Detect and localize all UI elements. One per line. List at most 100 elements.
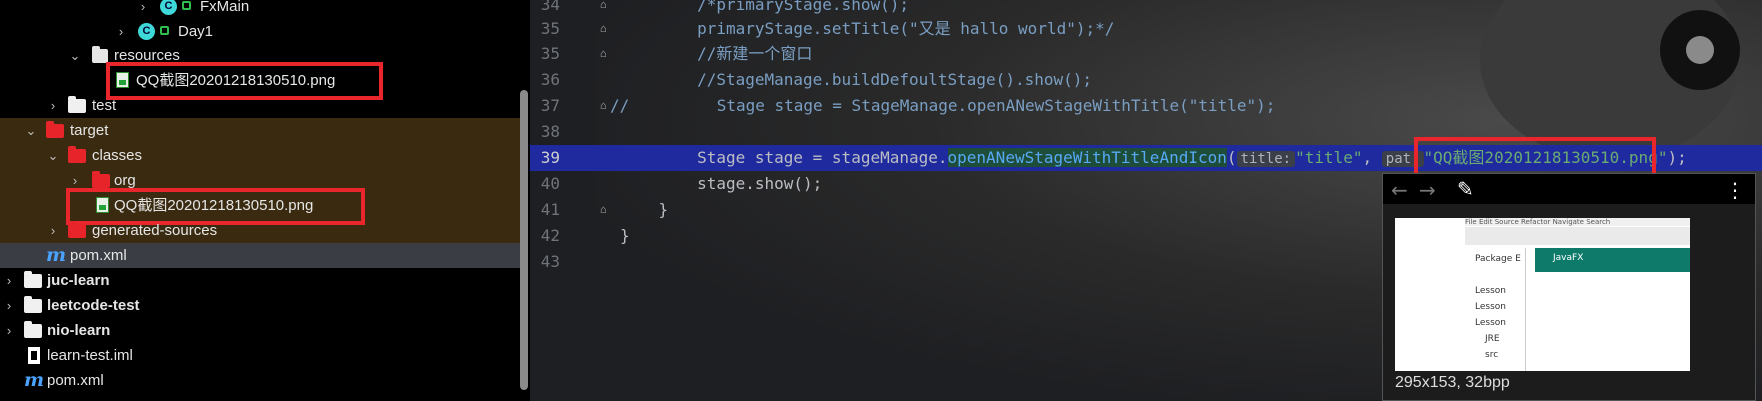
maven-icon: m — [46, 244, 67, 266]
back-arrow-icon[interactable]: ← — [1391, 178, 1408, 202]
tree-item-label: Day1 — [178, 23, 214, 40]
line-number: 43 — [540, 252, 560, 271]
thumb-text: JRE — [1485, 334, 1500, 344]
chevron-right-icon[interactable]: › — [2, 293, 16, 318]
thumb-toolbar — [1465, 227, 1690, 245]
module-folder-icon — [24, 271, 42, 289]
code-segment: Stage stage = stageManage. — [620, 148, 948, 167]
thumb-text: Lesson — [1475, 286, 1506, 296]
module-folder-icon — [24, 296, 42, 314]
fold-icon[interactable]: ⌂ — [600, 203, 612, 217]
line-number: 38 — [540, 122, 560, 141]
thumb-package-explorer: Package E Lesson Lesson Lesson JRE src — [1465, 248, 1526, 371]
iml-file-icon — [28, 347, 40, 364]
tree-item-pom-target[interactable]: m pom.xml — [0, 243, 522, 268]
code-segment: , — [1362, 148, 1382, 167]
tree-item-day1[interactable]: › C Day1 — [0, 19, 522, 44]
folder-icon — [68, 146, 86, 164]
chevron-right-icon[interactable]: › — [2, 318, 16, 343]
image-info-text: 295x153, 32bpp — [1395, 374, 1510, 391]
method-name: openANewStageWithTitleAndIcon — [947, 148, 1227, 167]
thumb-javafx-titlebar: JavaFX — [1535, 248, 1690, 272]
chevron-down-icon[interactable]: ⌄ — [68, 43, 82, 68]
chevron-right-icon[interactable]: › — [46, 93, 60, 118]
image-thumbnail: File Edit Source Refactor Navigate Searc… — [1395, 218, 1690, 371]
tree-item-generated-sources[interactable]: › generated-sources — [0, 218, 522, 243]
folder-icon — [68, 96, 86, 114]
maven-icon: m — [24, 369, 45, 391]
thumb-text: src — [1485, 350, 1499, 360]
tree-item-label: generated-sources — [92, 222, 218, 239]
line-number: 37 — [540, 96, 560, 115]
line-number: 39 — [540, 148, 560, 167]
forward-arrow-icon[interactable]: → — [1419, 178, 1436, 202]
comment-prefix: // — [610, 96, 630, 115]
popup-toolbar: ← → ✎ ⋮ — [1383, 174, 1755, 204]
thumb-text: Package E — [1475, 254, 1521, 264]
code-line[interactable]: 36 //StageManage.buildDefoultStage().sho… — [530, 67, 1762, 93]
fold-icon[interactable]: ⌂ — [600, 22, 612, 36]
code-line[interactable]: 37 ⌂ // Stage stage = StageManage.openAN… — [530, 93, 1762, 119]
tree-item-classes[interactable]: ⌄ classes — [0, 143, 522, 168]
tree-item-label: test — [92, 97, 117, 114]
folder-icon — [68, 221, 86, 239]
line-number: 35 — [540, 44, 560, 63]
tree-item-leetcode-test[interactable]: › leetcode-test — [0, 293, 522, 318]
chevron-down-icon[interactable]: ⌄ — [24, 118, 38, 143]
thumb-text: Lesson — [1475, 318, 1506, 328]
line-number: 40 — [540, 174, 560, 193]
tree-item-juc-learn[interactable]: › juc-learn — [0, 268, 522, 293]
tree-item-label: pom.xml — [70, 247, 127, 264]
tree-item-label: learn-test.iml — [47, 347, 133, 364]
folder-icon — [46, 121, 64, 139]
more-options-icon[interactable]: ⋮ — [1725, 178, 1745, 202]
code-segment: ( — [1226, 148, 1237, 167]
code-text: primaryStage.setTitle("又是 hallo world");… — [620, 19, 1115, 38]
chevron-right-icon[interactable]: › — [136, 0, 150, 19]
code-text: Stage stage = StageManage.openANewStageW… — [630, 96, 1276, 115]
code-text: stage.show(); — [620, 174, 823, 193]
class-icon: C — [160, 0, 177, 15]
tree-item-label: juc-learn — [47, 272, 110, 289]
image-preview-popup[interactable]: ← → ✎ ⋮ File Edit Source Refactor Naviga… — [1382, 173, 1756, 401]
tree-item-pom-root[interactable]: m pom.xml — [0, 368, 522, 393]
chevron-right-icon[interactable]: › — [2, 268, 16, 293]
code-text: //StageManage.buildDefoultStage().show()… — [620, 70, 1093, 89]
thumb-javafx-body — [1535, 272, 1690, 371]
lock-icon — [160, 26, 169, 35]
code-text: //新建一个窗口 — [620, 44, 813, 63]
line-number: 41 — [540, 200, 560, 219]
code-segment: ); — [1667, 148, 1687, 167]
chevron-down-icon[interactable]: ⌄ — [46, 143, 60, 168]
thumb-text: Lesson — [1475, 302, 1506, 312]
tree-item-fxmain[interactable]: › C FxMain — [0, 0, 522, 19]
chevron-right-icon[interactable]: › — [46, 218, 60, 243]
string-literal: "title" — [1295, 148, 1363, 167]
tree-item-label: FxMain — [200, 0, 250, 15]
line-number: 42 — [540, 226, 560, 245]
tree-item-label: leetcode-test — [47, 297, 140, 314]
folder-icon — [92, 171, 110, 189]
code-line[interactable]: 35 ⌂ primaryStage.setTitle("又是 hallo wor… — [530, 16, 1762, 42]
code-text: } — [620, 200, 669, 219]
module-folder-icon — [24, 321, 42, 339]
thumb-text: JavaFX — [1553, 253, 1584, 263]
tree-item-nio-learn[interactable]: › nio-learn — [0, 318, 522, 343]
class-icon: C — [138, 23, 155, 40]
tree-item-learn-test-iml[interactable]: learn-test.iml — [0, 343, 522, 368]
fold-icon[interactable]: ⌂ — [600, 47, 612, 61]
tree-item-test[interactable]: › test — [0, 93, 522, 118]
line-number: 35 — [540, 19, 560, 38]
tree-scrollbar[interactable] — [520, 90, 528, 390]
thumb-menubar: File Edit Source Refactor Navigate Searc… — [1465, 218, 1690, 226]
tree-item-label: target — [70, 122, 109, 139]
code-text: } — [620, 226, 630, 245]
code-line[interactable]: 35 ⌂ //新建一个窗口 — [530, 41, 1762, 67]
chevron-right-icon[interactable]: › — [114, 19, 128, 44]
tree-item-target[interactable]: ⌄ target — [0, 118, 522, 143]
fold-icon[interactable]: ⌂ — [600, 0, 612, 12]
edit-pen-icon[interactable]: ✎ — [1457, 177, 1474, 201]
tree-item-label: classes — [92, 147, 143, 164]
tree-item-label: nio-learn — [47, 322, 111, 339]
param-hint-title: title: — [1236, 151, 1296, 167]
